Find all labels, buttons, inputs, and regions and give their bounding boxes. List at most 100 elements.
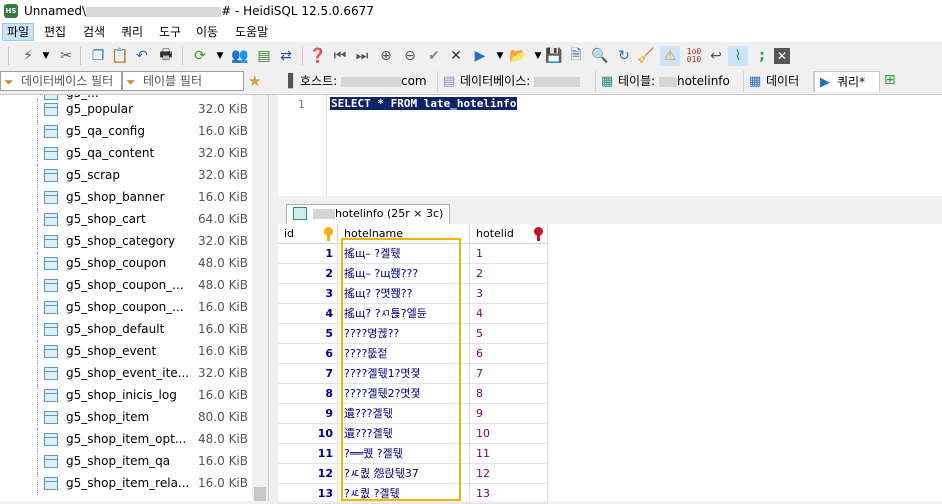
tree-table-item[interactable]: g5_shop_coupon 48.0 KiB xyxy=(0,253,252,275)
user-manager-icon[interactable]: 👥 xyxy=(230,46,250,66)
save-icon[interactable]: 💾 xyxy=(544,46,564,66)
cell-hotelname[interactable]: ????뚮젙 xyxy=(338,344,470,364)
tab-table[interactable]: ▦ 테이블: hotelinfo xyxy=(596,71,744,92)
cell-hotelid[interactable]: 13 xyxy=(470,484,548,504)
tree-table-item[interactable]: g5_shop_inicis_log 16.0 KiB xyxy=(0,385,252,407)
run-query-icon[interactable]: ▶ xyxy=(470,46,490,66)
last-record-icon[interactable]: ⏭ xyxy=(352,46,372,66)
cell-hotelname[interactable]: ????명궪?? xyxy=(338,324,470,344)
cell-id[interactable]: 5 xyxy=(278,324,338,344)
cell-hotelid[interactable]: 1 xyxy=(470,244,548,264)
remove-record-icon[interactable]: ⊖ xyxy=(400,46,420,66)
cell-hotelid[interactable]: 4 xyxy=(470,304,548,324)
cell-hotelname[interactable]: ????곌뒋2?몃졏 xyxy=(338,384,470,404)
undo-icon[interactable]: ↶ xyxy=(132,46,152,66)
tab-host[interactable]: ▐ 호스트: com xyxy=(278,71,438,92)
replace-icon[interactable]: ↻ xyxy=(614,46,634,66)
tree-table-item[interactable]: g5_shop_item_opt... 48.0 KiB xyxy=(0,429,252,451)
menu-help[interactable]: 도움말 xyxy=(231,24,272,40)
cell-id[interactable]: 12 xyxy=(278,464,338,484)
cell-hotelname[interactable]: ?ㅼ퀎 ?곌뒋 xyxy=(338,484,470,504)
menu-query[interactable]: 쿼리 xyxy=(117,24,147,40)
cell-hotelname[interactable]: 搖щ? ?몃쫹?? xyxy=(338,284,470,304)
tree-scrollbar[interactable] xyxy=(252,95,268,501)
cell-hotelname[interactable]: ?ㅼ퀎 怨랁뒋37 xyxy=(338,464,470,484)
cell-hotelid[interactable]: 9 xyxy=(470,404,548,424)
table-filter-input[interactable]: ⏷ 테이블 필터 xyxy=(122,71,244,91)
close-tab-icon[interactable]: ✕ xyxy=(774,48,790,64)
sql-query-text[interactable]: SELECT * FROM late_hotelinfo xyxy=(330,97,518,110)
sql-editor[interactable]: 1 SELECT * FROM late_hotelinfo xyxy=(278,95,942,196)
tree-table-item[interactable]: g5_shop_cart 64.0 KiB xyxy=(0,209,252,231)
favorites-star-icon[interactable]: ★ xyxy=(248,72,261,90)
tree-table-item[interactable]: g5_qa_content 32.0 KiB xyxy=(0,143,252,165)
cell-id[interactable]: 1 xyxy=(278,244,338,264)
cell-hotelid[interactable]: 10 xyxy=(470,424,548,444)
tree-table-item[interactable]: g5_shop_item_qa 16.0 KiB xyxy=(0,451,252,473)
add-record-icon[interactable]: ⊕ xyxy=(376,46,396,66)
cell-hotelid[interactable]: 2 xyxy=(470,264,548,284)
refresh-icon[interactable]: ⟳ xyxy=(190,46,210,66)
cell-hotelid[interactable]: 3 xyxy=(470,284,548,304)
cell-id[interactable]: 3 xyxy=(278,284,338,304)
table-row[interactable]: 12 ?ㅼ퀎 怨랁뒋37 12 xyxy=(278,464,548,484)
post-icon[interactable]: ✔ xyxy=(424,46,444,66)
table-row[interactable]: 2 搖щ– ?щ쫹??? 2 xyxy=(278,264,548,284)
cell-id[interactable]: 2 xyxy=(278,264,338,284)
column-header-id[interactable]: id xyxy=(278,224,338,244)
result-tab[interactable]: hotelinfo (25r × 3c) xyxy=(286,204,451,224)
table-row[interactable]: 6 ????뚮젙 6 xyxy=(278,344,548,364)
cell-id[interactable]: 8 xyxy=(278,384,338,404)
cell-id[interactable]: 4 xyxy=(278,304,338,324)
cell-hotelid[interactable]: 7 xyxy=(470,364,548,384)
cell-hotelid[interactable]: 6 xyxy=(470,344,548,364)
menu-edit[interactable]: 편집 xyxy=(40,24,70,40)
warning-icon[interactable]: ⚠ xyxy=(660,46,680,66)
column-header-hotelid[interactable]: hotelid xyxy=(470,224,548,244)
cell-hotelid[interactable]: 5 xyxy=(470,324,548,344)
first-record-icon[interactable]: ⏮ xyxy=(330,46,350,66)
binary-icon[interactable]: 1o0 010 xyxy=(684,46,704,66)
table-row[interactable]: 3 搖щ? ?몃쫹?? 3 xyxy=(278,284,548,304)
table-row[interactable]: 11 ?══퀬 ?곌뒋 11 xyxy=(278,444,548,464)
column-header-hotelname[interactable]: hotelname xyxy=(338,224,470,244)
cell-hotelname[interactable]: 搖щ? ?ㅺ툕?엘듄 xyxy=(338,304,470,324)
print-icon[interactable]: 🖶 xyxy=(156,46,176,66)
tree-table-item[interactable]: g5_shop_coupon_... 48.0 KiB xyxy=(0,275,252,297)
tree-table-item[interactable]: g5_scrap 32.0 KiB xyxy=(0,165,252,187)
table-row[interactable]: 1 搖щ– ?곌뒋 1 xyxy=(278,244,548,264)
menu-tools[interactable]: 도구 xyxy=(155,24,185,40)
paste-icon[interactable]: 📋 xyxy=(110,46,130,66)
tree-table-item[interactable]: g5_qa_config 16.0 KiB xyxy=(0,121,252,143)
tab-query[interactable]: ▶ 쿼리* xyxy=(814,71,880,92)
tree-table-item[interactable]: g5_shop_event_ite... 32.0 KiB xyxy=(0,363,252,385)
editor-result-splitter[interactable] xyxy=(278,196,942,204)
cell-hotelid[interactable]: 12 xyxy=(470,464,548,484)
open-folder-icon[interactable]: 📂 xyxy=(508,46,528,66)
table-row[interactable]: 8 ????곌뒋2?몃졏 8 xyxy=(278,384,548,404)
menu-file[interactable]: 파일 xyxy=(2,23,35,41)
tree-table-item[interactable]: g5_shop_event 16.0 KiB xyxy=(0,341,252,363)
tree-table-item[interactable]: g5_popular 32.0 KiB xyxy=(0,99,252,121)
import-icon[interactable]: ▤ xyxy=(254,46,274,66)
table-row[interactable]: 13 ?ㅼ퀎 ?곌뒋 13 xyxy=(278,484,548,504)
tree-table-item[interactable]: g5_shop_item 80.0 KiB xyxy=(0,407,252,429)
database-filter-input[interactable]: ⏷ 데이터베이스 필터 xyxy=(0,71,122,91)
tab-database[interactable]: ▤ 데이터베이스: xyxy=(438,71,596,92)
tree-table-item[interactable]: g5_shop_category 32.0 KiB xyxy=(0,231,252,253)
cancel-icon[interactable]: ✕ xyxy=(446,46,466,66)
wrap-icon[interactable]: ↩ xyxy=(706,46,726,66)
table-row[interactable]: 5 ????명궪?? 5 xyxy=(278,324,548,344)
table-row[interactable]: 10 遺???곌뒋 10 xyxy=(278,424,548,444)
menu-search[interactable]: 검색 xyxy=(79,24,109,40)
transfer-icon[interactable]: ⇄ xyxy=(276,46,296,66)
cell-hotelid[interactable]: 11 xyxy=(470,444,548,464)
semicolon-icon[interactable]: ; xyxy=(752,46,772,66)
cell-id[interactable]: 11 xyxy=(278,444,338,464)
menu-go[interactable]: 이동 xyxy=(192,24,222,40)
find-icon[interactable]: 🔍 xyxy=(590,46,610,66)
clear-icon[interactable]: 🧹 xyxy=(636,46,656,66)
tree-table-item[interactable]: g5_shop_banner 16.0 KiB xyxy=(0,187,252,209)
cell-hotelname[interactable]: 搖щ– ?곌뒋 xyxy=(338,244,470,264)
help-icon[interactable]: ❓ xyxy=(308,46,328,66)
